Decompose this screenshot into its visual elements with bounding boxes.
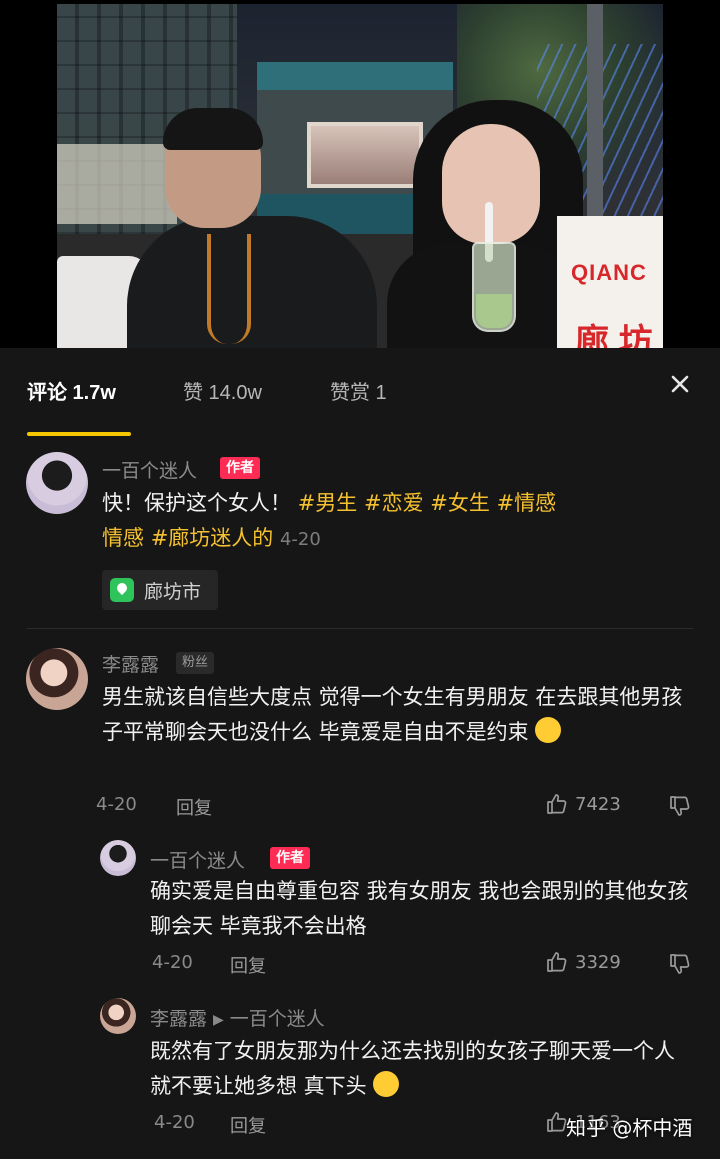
divider [26,628,694,629]
reply2-avatar[interactable] [100,998,136,1034]
video-man-body [127,216,377,348]
hashtag-nvsheng[interactable]: #女生 [430,491,490,515]
comment-text-body: 男生就该自信些大度点 觉得一个女生有男朋友 在去跟其他男孩子平常聊会天也没什么 … [102,685,683,744]
location-tag[interactable]: 廊坊市 [102,570,218,610]
comment-tabs: 评论 1.7w 赞 14.0w 赞赏 1 [0,348,720,438]
reply2-header: 李露露 ▶ 一百个迷人 [150,1004,325,1031]
video-man-lanyard [207,234,251,344]
author-badge: 作者 [220,457,260,479]
reply1-time: 4-20 [152,952,193,973]
reply1-text: 确实爱是自由尊重包容 我有女朋友 我也会跟别的其他女孩聊会天 毕竟我不会出格 [150,879,689,938]
comment-like-button[interactable]: 7423 [545,792,621,816]
location-pin-icon [110,578,134,602]
reply2-reply-to[interactable]: 一百个迷人 [230,1008,325,1030]
reply2-text: 既然有了女朋友那为什么还去找别的女孩子聊天爱一个人就不要让她多想 真下头 [150,1034,690,1104]
video-storefront [57,144,177,224]
tab-likes[interactable]: 赞 14.0w [183,376,262,405]
reply2-reply-button[interactable]: 回复 [230,1112,266,1138]
reply-arrow-icon: ▶ [213,1011,224,1028]
post-author-avatar[interactable] [26,452,88,514]
video-kiosk-window [307,122,423,188]
grinning-sweat-emoji [535,717,562,743]
hashtag-nansheng[interactable]: #男生 [298,491,358,515]
comment-author-name[interactable]: 李露露 [102,650,159,677]
comment-like-count: 7423 [575,793,621,815]
post-time: 4-20 [279,529,321,550]
reply2-text-body: 既然有了女朋友那为什么还去找别的女孩子聊天爱一个人就不要让她多想 真下头 [150,1039,675,1098]
zhihu-watermark: 知乎 @杯中酒 [566,1116,693,1140]
video-bag-brand: QIANC [571,260,647,285]
video-man-hair [163,108,263,150]
thumbs-down-icon[interactable] [668,794,692,818]
active-tab-indicator [27,432,131,436]
post-text-prefix: 快！保护这个女人！ [102,491,298,515]
reply1-like-button[interactable]: 3329 [545,950,621,974]
comment-text: 男生就该自信些大度点 觉得一个女生有男朋友 在去跟其他男孩子平常聊会天也没什么 … [102,680,702,750]
hashtag-qinggan-continued[interactable]: 情感 [102,526,144,550]
video-bag-cn: 廊 坊 [575,323,653,348]
video-paper-bag: QIANC 廊 坊 [557,216,663,348]
facepalm-emoji [373,1071,400,1097]
comment-sheet: 评论 1.7w 赞 14.0w 赞赏 1 一百个迷人 作者 快！保护这个女人！ … [0,348,720,1159]
tab-tips[interactable]: 赞赏 1 [330,376,387,405]
post-author-name[interactable]: 一百个迷人 [102,456,197,483]
video-frame[interactable]: QIANC 廊 坊 [57,4,663,348]
reply1-reply-button[interactable]: 回复 [230,952,266,978]
fan-badge: 粉丝 [176,652,215,674]
video-player[interactable]: QIANC 廊 坊 [0,0,720,348]
comment-reply-button[interactable]: 回复 [176,794,212,820]
reply1-author-badge: 作者 [270,847,310,869]
tab-comments[interactable]: 评论 1.7w [27,376,116,405]
hashtag-langfang[interactable]: #廊坊迷人的 [151,526,274,550]
reply1-author-name[interactable]: 一百个迷人 [150,846,245,873]
reply2-author-name[interactable]: 李露露 [150,1008,207,1030]
comment-avatar[interactable] [26,648,88,710]
hashtag-lianai[interactable]: #恋爱 [364,491,424,515]
thumbs-up-icon [547,952,567,972]
reply1-avatar[interactable] [100,840,136,876]
thumbs-down-icon[interactable] [668,952,692,976]
thumbs-up-icon [547,794,567,814]
post-text: 快！保护这个女人！ #男生 #恋爱 #女生 #情感 情感 #廊坊迷人的 4-20 [102,486,662,557]
comment-time: 4-20 [96,794,137,815]
location-label: 廊坊市 [144,580,202,603]
video-cup-fill [476,294,512,328]
video-pole [587,4,603,224]
hashtag-qinggan[interactable]: #情感 [497,491,557,515]
reply2-time: 4-20 [154,1112,195,1133]
close-icon[interactable] [668,372,692,396]
reply1-like-count: 3329 [575,951,621,973]
